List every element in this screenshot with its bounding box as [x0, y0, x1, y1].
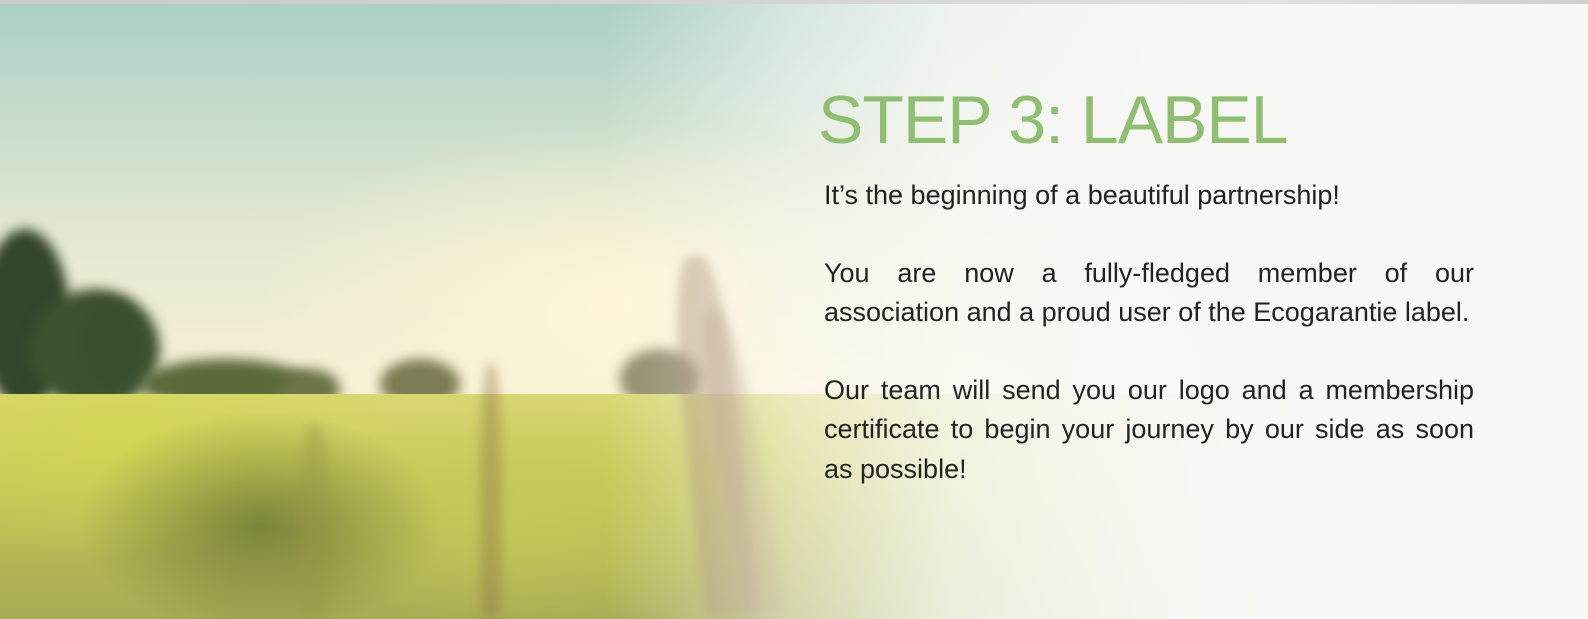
logo-certificate-paragraph: Our team will send you our logo and a me…	[824, 374, 1474, 484]
top-border	[0, 0, 1588, 4]
intro-text: It’s the beginning of a beautiful partne…	[824, 180, 1340, 210]
page-title: STEP 3: LABEL	[818, 82, 1289, 158]
step-content: STEP 3: LABEL It’s the beginning of a be…	[818, 86, 1474, 527]
membership-paragraph: You are now a fully-fledged member of ou…	[824, 257, 1474, 328]
